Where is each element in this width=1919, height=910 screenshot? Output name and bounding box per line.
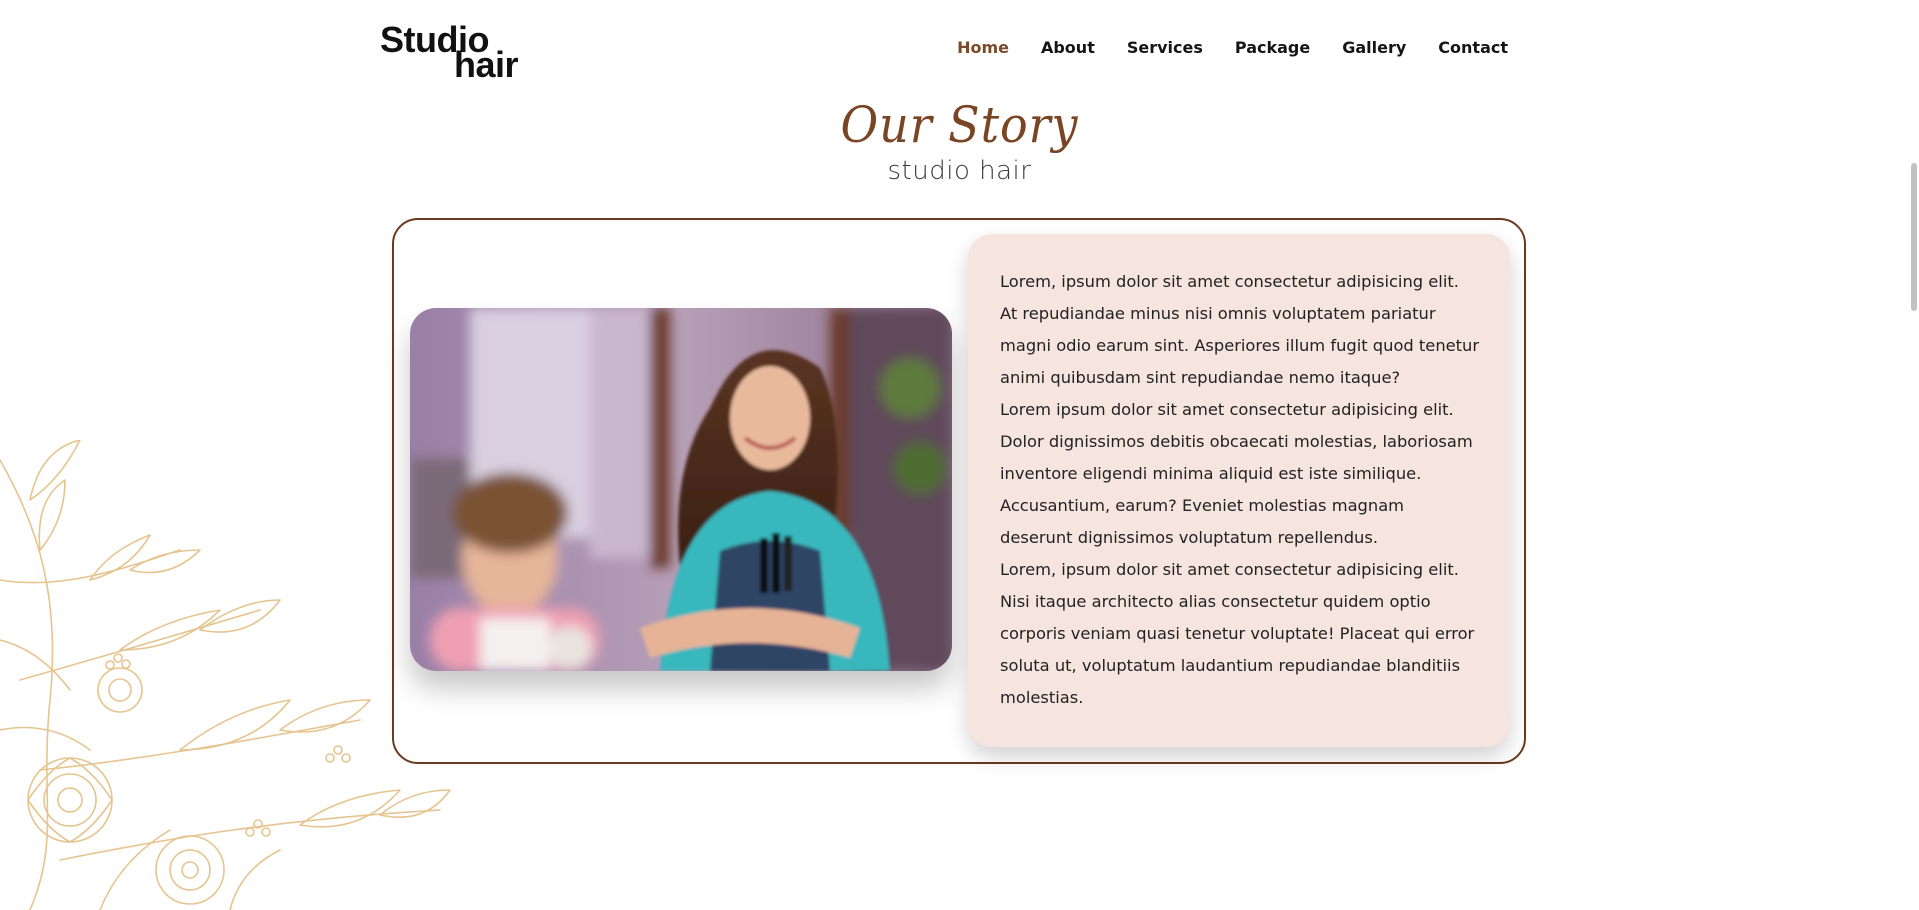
logo-line-2: hair bbox=[454, 44, 519, 85]
story-paragraph-3: Lorem, ipsum dolor sit amet consectetur … bbox=[1000, 560, 1475, 707]
nav-contact[interactable]: Contact bbox=[1438, 38, 1508, 57]
site-header: Studio hair Home About Services Package … bbox=[0, 0, 1919, 104]
salon-hairdresser-photo-icon bbox=[410, 308, 952, 671]
page-scrollbar[interactable] bbox=[1907, 0, 1919, 910]
section-title: Our Story bbox=[840, 96, 1079, 154]
nav-services[interactable]: Services bbox=[1127, 38, 1203, 57]
nav-package[interactable]: Package bbox=[1235, 38, 1310, 57]
floral-decoration-icon bbox=[0, 440, 451, 910]
site-logo[interactable]: Studio hair bbox=[380, 22, 530, 84]
story-text-card: Lorem, ipsum dolor sit amet consectetur … bbox=[968, 234, 1510, 747]
salon-photo bbox=[410, 308, 952, 671]
story-paragraph-1: Lorem, ipsum dolor sit amet consectetur … bbox=[1000, 272, 1480, 387]
story-paragraph-2: Lorem ipsum dolor sit amet consectetur a… bbox=[1000, 400, 1473, 547]
nav-gallery[interactable]: Gallery bbox=[1342, 38, 1406, 57]
nav-about[interactable]: About bbox=[1041, 38, 1095, 57]
scrollbar-thumb[interactable] bbox=[1911, 163, 1917, 311]
page: Studio hair Home About Services Package … bbox=[0, 0, 1919, 910]
nav-home[interactable]: Home bbox=[957, 38, 1009, 57]
section-subtitle: studio hair bbox=[887, 156, 1032, 186]
main-nav: Home About Services Package Gallery Cont… bbox=[925, 38, 1508, 57]
